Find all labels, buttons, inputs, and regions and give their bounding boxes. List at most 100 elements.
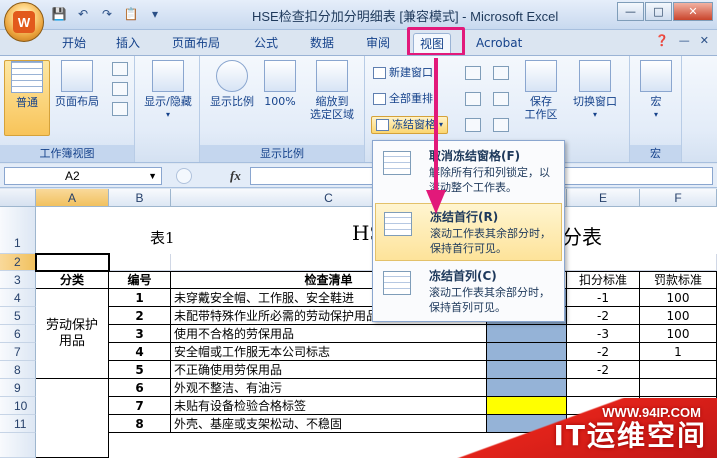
macros-button[interactable]: 宏 ▾ — [633, 60, 679, 121]
group-label-zoom: 显示比例 — [200, 145, 364, 162]
zoom-to-selection-button[interactable]: 缩放到 选定区域 — [304, 60, 360, 121]
sync-scroll-icon[interactable] — [493, 92, 509, 106]
column-header-e[interactable]: E — [567, 189, 640, 207]
row-header-9[interactable]: 9 — [0, 379, 36, 397]
row-header-4[interactable]: 4 — [0, 289, 36, 307]
unhide-window-icon[interactable] — [465, 118, 481, 132]
menu-item-freeze-top-row[interactable]: 冻结首行(R) 滚动工作表其余部分时，保持首行可见。 — [375, 203, 562, 261]
name-box[interactable]: A2 ▼ — [4, 167, 162, 185]
row-header-3[interactable]: 3 — [0, 271, 36, 289]
formula-bar-expand-icon[interactable] — [176, 168, 192, 184]
full-screen-icon[interactable] — [112, 102, 128, 116]
tab-page-layout[interactable]: 页面布局 — [166, 33, 226, 54]
tab-home[interactable]: 开始 — [56, 33, 92, 54]
column-header-a[interactable]: A — [36, 189, 109, 207]
cell-deduct[interactable]: -2 — [567, 361, 640, 379]
header-penalty: 罚款标准 — [640, 271, 717, 289]
cell-deduct[interactable]: -3 — [567, 325, 640, 343]
cell-d[interactable] — [487, 343, 567, 361]
cell-checklist-item[interactable]: 不正确使用劳保用品 — [171, 361, 487, 379]
minimize-button[interactable]: — — [617, 2, 644, 21]
cell-penalty[interactable]: 100 — [640, 325, 717, 343]
cell-deduct[interactable] — [567, 379, 640, 397]
cell-no[interactable]: 3 — [109, 325, 171, 343]
page-layout-label: 页面布局 — [55, 95, 99, 108]
cell-no[interactable]: 5 — [109, 361, 171, 379]
save-workspace-button[interactable]: 保存 工作区 — [519, 60, 563, 121]
column-header-b[interactable]: B — [109, 189, 171, 207]
unfreeze-panes-icon — [383, 151, 411, 175]
row-header-12[interactable] — [0, 433, 36, 458]
cell-checklist-item[interactable]: 安全帽或工作服无本公司标志 — [171, 343, 487, 361]
close-button[interactable]: ✕ — [673, 2, 713, 21]
show-hide-button[interactable]: 显示/隐藏 ▾ — [141, 60, 195, 121]
tab-review[interactable]: 审阅 — [360, 33, 396, 54]
cell-no[interactable]: 7 — [109, 397, 171, 415]
ribbon-close-icon[interactable]: ✕ — [700, 34, 709, 47]
cell-d[interactable] — [487, 325, 567, 343]
row-header-11[interactable]: 11 — [0, 415, 36, 433]
cell-penalty[interactable] — [640, 379, 717, 397]
split-icon[interactable] — [465, 66, 481, 80]
cell-b2[interactable] — [109, 254, 171, 271]
maximize-button[interactable]: □ — [645, 2, 672, 21]
cell-no[interactable]: 1 — [109, 289, 171, 307]
ribbon-minimize-icon[interactable]: — — [679, 34, 690, 47]
cell-penalty[interactable] — [640, 361, 717, 379]
cell-no[interactable]: 2 — [109, 307, 171, 325]
row-header-7[interactable]: 7 — [0, 343, 36, 361]
cell-deduct[interactable]: -2 — [567, 307, 640, 325]
normal-view-button[interactable]: 普通 — [4, 60, 50, 136]
save-icon[interactable]: 💾 — [50, 6, 68, 22]
zoom-button[interactable]: 显示比例 — [206, 60, 258, 108]
cell-checklist-item[interactable]: 外壳、基座或支架松动、不稳固 — [171, 415, 487, 433]
cell-deduct[interactable]: -2 — [567, 343, 640, 361]
cell-checklist-item[interactable]: 未贴有设备检验合格标签 — [171, 397, 487, 415]
cell-no[interactable]: 6 — [109, 379, 171, 397]
row-header-6[interactable]: 6 — [0, 325, 36, 343]
row-header-1[interactable]: 1 — [0, 207, 36, 254]
help-icon[interactable]: ❓ — [655, 34, 669, 47]
cell-no[interactable]: 8 — [109, 415, 171, 433]
column-header-f[interactable]: F — [640, 189, 717, 207]
menu-item-freeze-top-row-desc: 滚动工作表其余部分时，保持首行可见。 — [430, 227, 551, 255]
tab-data[interactable]: 数据 — [304, 33, 340, 54]
insert-function-icon[interactable]: fx — [230, 168, 241, 184]
category-cell-lower — [36, 379, 109, 458]
zoom-100-button[interactable]: 100% — [260, 60, 300, 108]
tab-insert[interactable]: 插入 — [110, 33, 146, 54]
switch-windows-button[interactable]: 切换窗口 ▾ — [565, 60, 625, 121]
freeze-panes-menu: 取消冻结窗格(F) 解除所有行和列锁定，以滚动整个工作表。 冻结首行(R) 滚动… — [372, 140, 565, 322]
tab-acrobat[interactable]: Acrobat — [470, 33, 528, 54]
cell-penalty[interactable]: 1 — [640, 343, 717, 361]
row-header-5[interactable]: 5 — [0, 307, 36, 325]
menu-item-unfreeze[interactable]: 取消冻结窗格(F) 解除所有行和列锁定，以滚动整个工作表。 — [375, 143, 562, 201]
row-header-8[interactable]: 8 — [0, 361, 36, 379]
select-all-corner[interactable] — [0, 189, 36, 207]
paste-icon[interactable]: 📋 — [122, 6, 140, 22]
custom-views-icon[interactable] — [112, 82, 128, 96]
page-break-preview-icon[interactable] — [112, 62, 128, 76]
office-button[interactable]: W — [4, 2, 44, 42]
tab-formulas[interactable]: 公式 — [248, 33, 284, 54]
redo-icon[interactable]: ↷ — [98, 6, 116, 22]
zoom-100-icon — [264, 60, 296, 92]
page-layout-view-button[interactable]: 页面布局 — [54, 60, 100, 108]
undo-icon[interactable]: ↶ — [74, 6, 92, 22]
cell-penalty[interactable]: 100 — [640, 289, 717, 307]
menu-item-freeze-first-column[interactable]: 冻结首列(C) 滚动工作表其余部分时，保持首列可见。 — [375, 263, 562, 321]
row-header-10[interactable]: 10 — [0, 397, 36, 415]
view-side-by-side-icon[interactable] — [493, 66, 509, 80]
reset-window-icon[interactable] — [493, 118, 509, 132]
customize-qat-icon[interactable]: ▾ — [146, 6, 164, 22]
cell-d[interactable] — [487, 361, 567, 379]
hide-window-icon[interactable] — [465, 92, 481, 106]
category-merged-cell: 劳动保护用品 — [36, 289, 109, 379]
cell-deduct[interactable]: -1 — [567, 289, 640, 307]
row-header-2[interactable]: 2 — [0, 254, 36, 271]
cell-checklist-item[interactable]: 使用不合格的劳保用品 — [171, 325, 487, 343]
cell-d[interactable] — [487, 379, 567, 397]
cell-checklist-item[interactable]: 外观不整洁、有油污 — [171, 379, 487, 397]
cell-no[interactable]: 4 — [109, 343, 171, 361]
cell-penalty[interactable]: 100 — [640, 307, 717, 325]
